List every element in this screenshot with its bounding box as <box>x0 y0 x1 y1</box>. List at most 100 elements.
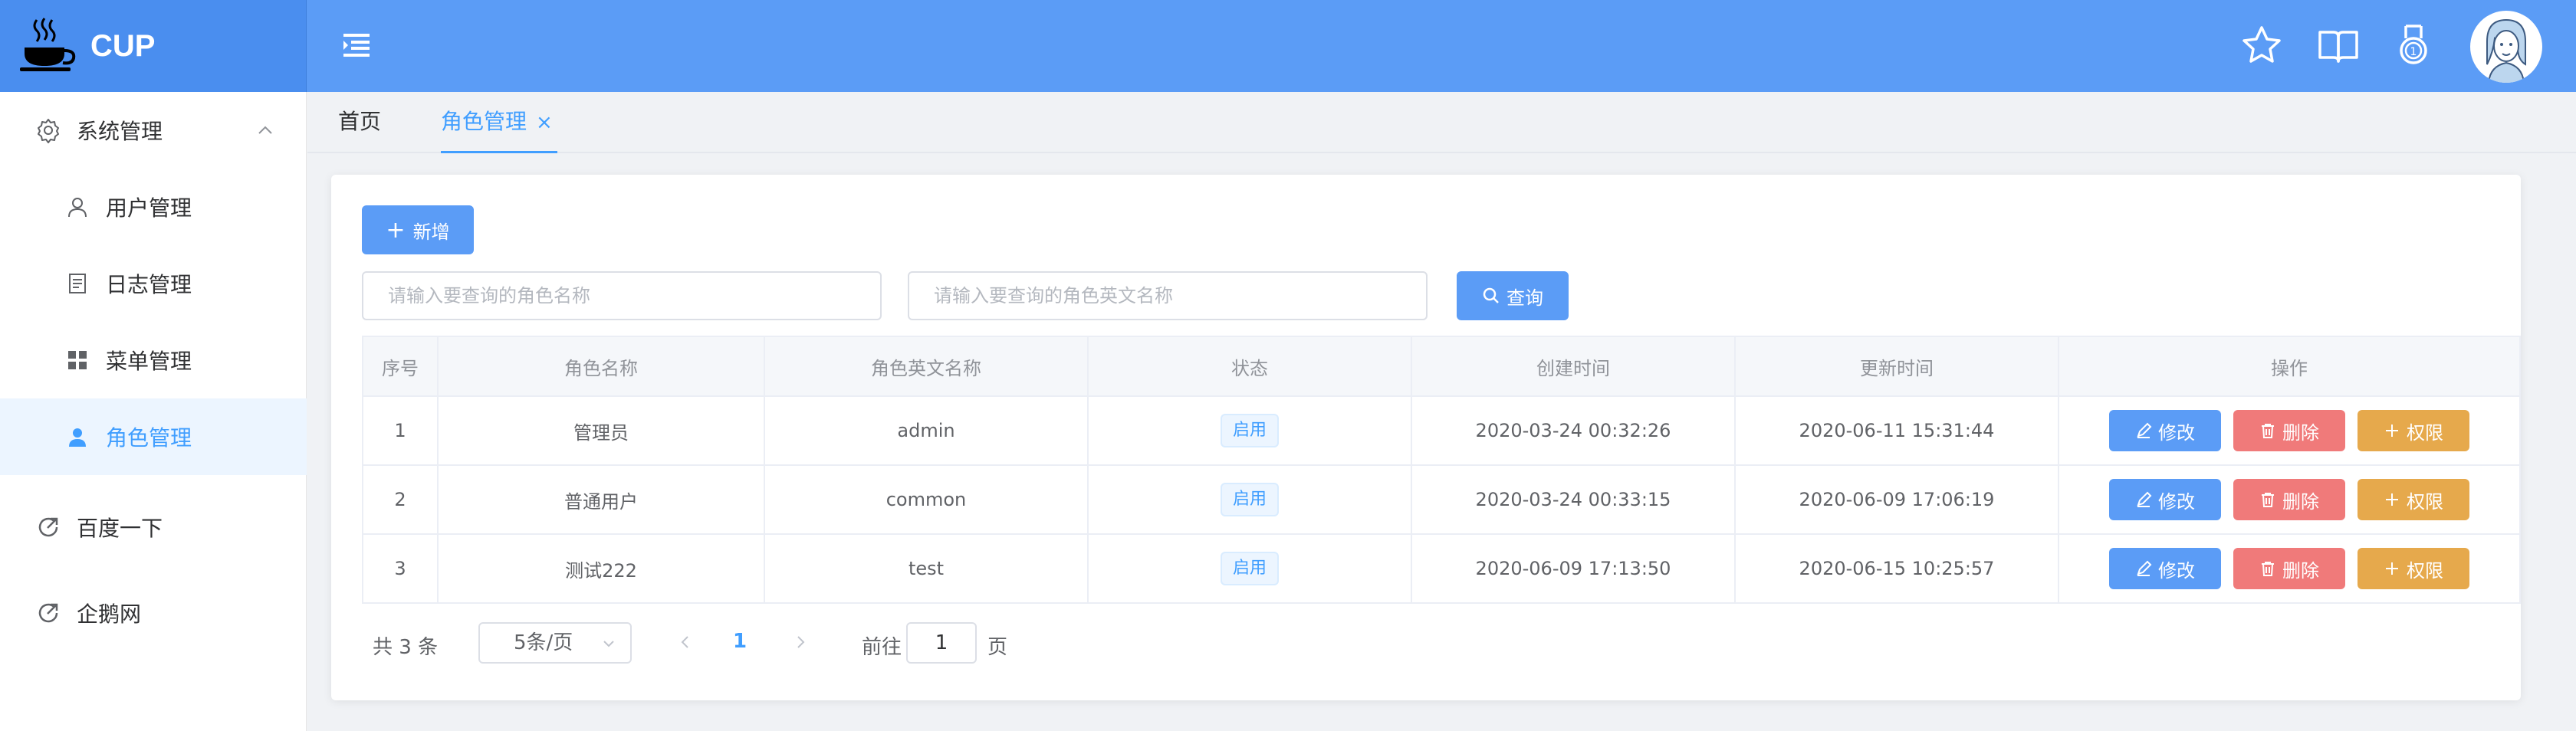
app-root: CUP 1 系统管理 用户管理 日志管理 菜单管理 角色管理 百度一下 企鹅网 … <box>0 0 2576 731</box>
edit-button[interactable]: 修改 <box>2109 479 2221 520</box>
book-icon[interactable] <box>2315 23 2361 69</box>
content-card: + 新增 请输入要查询的角色名称 请输入要查询的角色英文名称 查询 序号 角色名… <box>331 175 2521 700</box>
sidebar-item-menus[interactable]: 菜单管理 <box>0 322 307 398</box>
search-icon <box>1483 287 1499 303</box>
permission-label: 权限 <box>2407 559 2443 582</box>
coffee-cup-icon <box>20 18 76 71</box>
edit-button[interactable]: 修改 <box>2109 410 2221 451</box>
cell-actions: 修改 删除 权限 <box>2059 466 2521 533</box>
column-header: 序号 <box>362 337 439 395</box>
sidebar-item-label: 菜单管理 <box>106 349 192 374</box>
avatar-image-icon <box>2471 11 2542 83</box>
user-icon <box>68 198 87 218</box>
logo[interactable]: CUP <box>0 0 307 92</box>
edit-label: 修改 <box>2158 490 2195 513</box>
column-header: 更新时间 <box>1736 337 2059 395</box>
cell-role-name: 测试222 <box>439 535 765 602</box>
top-header: CUP 1 <box>0 0 2576 92</box>
sidebar-link-baidu[interactable]: 百度一下 <box>0 489 307 565</box>
next-page-icon[interactable] <box>791 633 810 651</box>
cell-actions: 修改 删除 权限 <box>2059 535 2521 602</box>
sidebar-link-penguin[interactable]: 企鹅网 <box>0 575 307 651</box>
goto-label: 前往 <box>862 636 902 659</box>
delete-label: 删除 <box>2282 490 2319 513</box>
chevron-down-icon <box>603 641 614 647</box>
svg-text:1: 1 <box>2410 46 2417 58</box>
page-suffix: 页 <box>987 636 1008 659</box>
cell-updated: 2020-06-09 17:06:19 <box>1736 466 2059 533</box>
permission-label: 权限 <box>2407 421 2443 444</box>
cell-index: 1 <box>362 397 439 464</box>
document-icon <box>69 274 86 293</box>
column-header: 创建时间 <box>1412 337 1736 395</box>
cell-role-en: admin <box>765 397 1089 464</box>
column-header: 状态 <box>1089 337 1412 395</box>
add-button-label: 新增 <box>412 221 450 243</box>
trash-icon <box>2262 493 2274 507</box>
plus-icon <box>2386 493 2398 506</box>
cell-status: 启用 <box>1089 397 1412 464</box>
link-icon <box>38 517 58 537</box>
cell-actions: 修改 删除 权限 <box>2059 397 2521 464</box>
prev-page-icon[interactable] <box>676 633 695 651</box>
cell-created: 2020-03-24 00:33:15 <box>1412 466 1736 533</box>
close-icon[interactable]: × <box>536 111 553 134</box>
sidebar-group-system[interactable]: 系统管理 <box>0 92 307 169</box>
page-size-select[interactable]: 5条/页 <box>478 622 632 664</box>
table-row: 2 普通用户 common 启用 2020-03-24 00:33:15 202… <box>362 466 2521 535</box>
pagination: 共 3 条 5条/页 1 前往 1 页 <box>362 622 1129 665</box>
grid-icon <box>68 351 87 369</box>
cell-index: 2 <box>362 466 439 533</box>
permission-button[interactable]: 权限 <box>2358 548 2469 589</box>
sidebar-item-users[interactable]: 用户管理 <box>0 169 307 245</box>
cell-role-en: common <box>765 466 1089 533</box>
cell-status: 启用 <box>1089 535 1412 602</box>
sidebar-item-label: 角色管理 <box>106 425 192 451</box>
sidebar-link-label: 企鹅网 <box>77 602 142 627</box>
sidebar-link-label: 百度一下 <box>77 516 163 541</box>
tab-home[interactable]: 首页 <box>338 92 381 153</box>
user-filled-icon <box>69 428 86 447</box>
link-icon <box>38 603 58 623</box>
trash-icon <box>2262 562 2274 576</box>
sidebar-item-logs[interactable]: 日志管理 <box>0 245 307 322</box>
table-row: 3 测试222 test 启用 2020-06-09 17:13:50 2020… <box>362 535 2521 604</box>
search-button[interactable]: 查询 <box>1457 271 1569 320</box>
delete-button[interactable]: 删除 <box>2233 548 2345 589</box>
status-badge: 启用 <box>1220 414 1279 447</box>
gear-icon <box>38 119 59 143</box>
sidebar: 系统管理 用户管理 日志管理 菜单管理 角色管理 百度一下 企鹅网 <box>0 92 307 731</box>
star-icon[interactable] <box>2239 23 2285 69</box>
page-number[interactable]: 1 <box>733 630 747 653</box>
column-header: 操作 <box>2059 337 2521 395</box>
add-button[interactable]: + 新增 <box>362 205 474 254</box>
tab-role-management[interactable]: 角色管理 × <box>441 92 557 153</box>
edit-icon <box>2137 422 2152 438</box>
permission-label: 权限 <box>2407 490 2443 513</box>
chevron-up-icon <box>258 126 272 134</box>
delete-label: 删除 <box>2282 421 2319 444</box>
sidebar-item-roles[interactable]: 角色管理 <box>0 398 307 475</box>
cell-updated: 2020-06-15 10:25:57 <box>1736 535 2059 602</box>
cell-status: 启用 <box>1089 466 1412 533</box>
delete-button[interactable]: 删除 <box>2233 410 2345 451</box>
status-badge: 启用 <box>1220 483 1279 516</box>
edit-icon <box>2137 491 2152 507</box>
permission-button[interactable]: 权限 <box>2358 479 2469 520</box>
medal-icon[interactable]: 1 <box>2390 23 2436 69</box>
pagination-total: 共 3 条 <box>373 636 439 659</box>
avatar[interactable] <box>2470 11 2542 83</box>
plus-icon: + <box>386 216 406 244</box>
role-en-name-search-input[interactable]: 请输入要查询的角色英文名称 <box>908 271 1428 320</box>
role-name-search-input[interactable]: 请输入要查询的角色名称 <box>362 271 882 320</box>
plus-icon <box>2386 562 2398 575</box>
goto-page-input[interactable]: 1 <box>906 622 977 664</box>
sidebar-item-label: 日志管理 <box>106 272 192 297</box>
menu-toggle-icon[interactable] <box>340 29 373 61</box>
tab-label: 角色管理 <box>441 109 527 134</box>
sidebar-item-label: 用户管理 <box>106 195 192 221</box>
edit-button[interactable]: 修改 <box>2109 548 2221 589</box>
permission-button[interactable]: 权限 <box>2358 410 2469 451</box>
plus-icon <box>2386 425 2398 437</box>
delete-button[interactable]: 删除 <box>2233 479 2345 520</box>
